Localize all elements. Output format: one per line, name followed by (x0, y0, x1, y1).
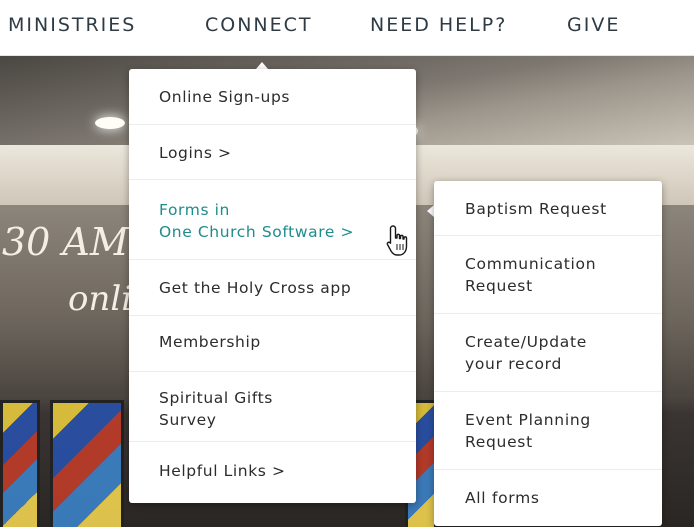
menu-item-online-sign-ups[interactable]: Online Sign-ups (129, 69, 416, 125)
menu-item-logins[interactable]: Logins > (129, 125, 416, 180)
menu-item-holy-cross-app[interactable]: Get the Holy Cross app (129, 260, 416, 316)
submenu-item-label: All forms (465, 489, 540, 507)
nav-item-ministries[interactable]: MINISTRIES (8, 14, 136, 36)
menu-item-forms[interactable]: Forms in One Church Software > (129, 180, 416, 260)
connect-dropdown-menu: Online Sign-ups Logins > Forms in One Ch… (129, 69, 416, 503)
menu-item-label: Spiritual Gifts (159, 389, 273, 407)
top-navigation: MINISTRIES CONNECT NEED HELP? GIVE (0, 0, 694, 56)
menu-item-label: Logins > (159, 144, 232, 162)
submenu-item-event-planning-request[interactable]: Event Planning Request (434, 392, 662, 470)
menu-item-label: One Church Software > (159, 223, 355, 241)
ceiling-light (95, 117, 125, 129)
nav-item-give[interactable]: GIVE (567, 14, 620, 36)
nav-item-need-help[interactable]: NEED HELP? (370, 14, 507, 36)
submenu-caret (427, 205, 434, 217)
forms-submenu: Baptism Request Communication Request Cr… (434, 181, 662, 526)
menu-item-label: Survey (159, 411, 217, 429)
menu-item-label: Helpful Links > (159, 462, 286, 480)
hand-pointer-cursor-icon (386, 225, 408, 256)
menu-item-label: Membership (159, 333, 261, 351)
submenu-item-label: Request (465, 277, 533, 295)
submenu-item-label: Baptism Request (465, 200, 607, 218)
hero-time-text: 30 AM (2, 220, 129, 264)
submenu-item-label: Request (465, 433, 533, 451)
submenu-item-label: your record (465, 355, 562, 373)
submenu-item-label: Create/Update (465, 333, 587, 351)
menu-item-label: Forms in (159, 201, 230, 219)
hero-online-text: onli (68, 279, 133, 319)
menu-item-label: Online Sign-ups (159, 88, 291, 106)
submenu-item-baptism-request[interactable]: Baptism Request (434, 181, 662, 236)
menu-item-label: Get the Holy Cross app (159, 279, 352, 297)
submenu-item-label: Communication (465, 255, 597, 273)
menu-item-membership[interactable]: Membership (129, 316, 416, 372)
nav-item-connect[interactable]: CONNECT (205, 14, 313, 36)
menu-item-spiritual-gifts-survey[interactable]: Spiritual Gifts Survey (129, 372, 416, 442)
menu-item-helpful-links[interactable]: Helpful Links > (129, 442, 416, 503)
submenu-item-all-forms[interactable]: All forms (434, 470, 662, 526)
stained-glass-window (50, 400, 124, 527)
submenu-item-communication-request[interactable]: Communication Request (434, 236, 662, 314)
stained-glass-window (0, 400, 40, 527)
submenu-item-create-update-record[interactable]: Create/Update your record (434, 314, 662, 392)
dropdown-caret (256, 62, 268, 69)
submenu-item-label: Event Planning (465, 411, 591, 429)
